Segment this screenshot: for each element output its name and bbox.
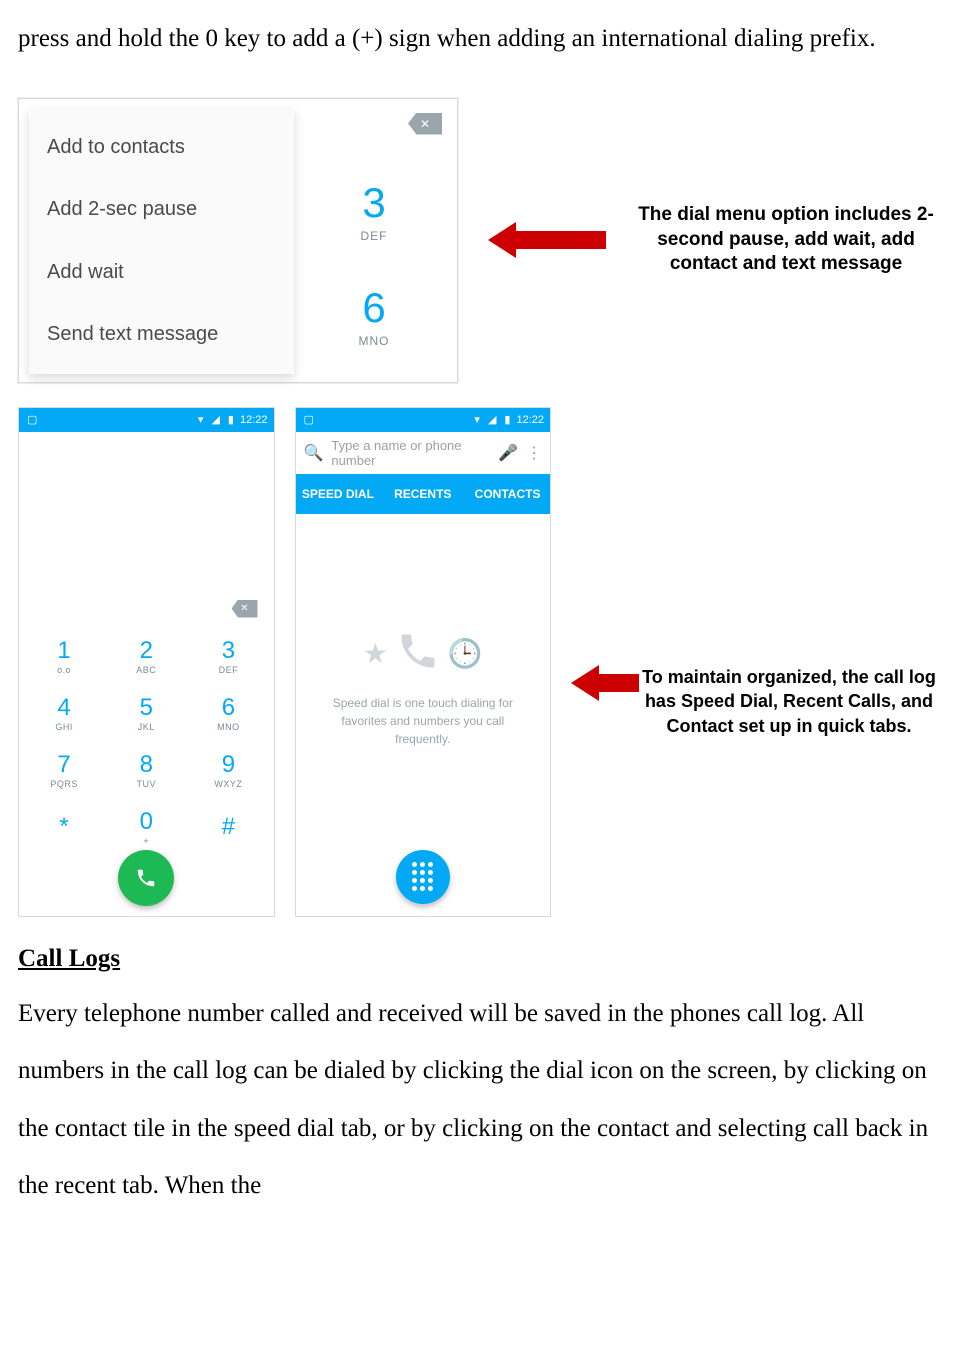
tab-contacts[interactable]: CONTACTS — [465, 474, 550, 514]
key-hash[interactable]: # — [187, 799, 269, 856]
dialpad-icon — [412, 862, 433, 891]
menu-send-text[interactable]: Send text message — [29, 303, 294, 365]
key-7[interactable]: 7PQRS — [23, 742, 105, 799]
tab-speed-dial[interactable]: SPEED DIAL — [296, 474, 381, 514]
clock-icon: 🕒 — [448, 637, 483, 670]
dialpad-fab[interactable] — [396, 850, 450, 904]
status-bar: ▢ ▾ ◢ ▮ 12:22 — [19, 408, 274, 432]
signal-icon: ◢ — [211, 413, 219, 426]
screenshot-dialer: ▢ ▾ ◢ ▮ 12:22 ✕ 1o.o 2ABC 3DEF 4GHI 5JKL… — [18, 407, 275, 917]
battery-icon: ▮ — [228, 413, 234, 426]
call-logs-paragraph: Every telephone number called and receiv… — [18, 985, 939, 1215]
key-6-sub: MNO — [359, 334, 390, 348]
status-time: 12:22 — [240, 414, 268, 426]
arrow-left-icon — [571, 665, 639, 701]
key-8[interactable]: 8TUV — [105, 742, 187, 799]
search-icon: 🔍 — [304, 443, 324, 463]
call-button[interactable] — [118, 850, 174, 906]
key-6-num: 6 — [294, 284, 454, 332]
dial-display: ✕ — [19, 432, 274, 628]
signal-icon: ◢ — [488, 413, 496, 426]
phone-icon — [135, 867, 157, 889]
keypad: 1o.o 2ABC 3DEF 4GHI 5JKL 6MNO 7PQRS 8TUV… — [19, 628, 274, 856]
tab-recents[interactable]: RECENTS — [380, 474, 465, 514]
picture-icon: ▢ — [27, 414, 37, 426]
dial-menu-screenshot: Add to contacts Add 2-sec pause Add wait… — [18, 98, 458, 383]
search-bar[interactable]: 🔍 Type a name or phone number 🎤 ⋮ — [296, 432, 551, 474]
overflow-icon[interactable]: ⋮ — [526, 443, 542, 463]
key-2[interactable]: 2ABC — [105, 628, 187, 685]
backspace-icon[interactable]: ✕ — [232, 600, 258, 618]
menu-add-pause[interactable]: Add 2-sec pause — [29, 179, 294, 241]
key-5[interactable]: 5JKL — [105, 685, 187, 742]
key-6[interactable]: 6 MNO — [294, 284, 454, 350]
dial-popup-menu: Add to contacts Add 2-sec pause Add wait… — [29, 109, 294, 374]
key-3[interactable]: 3DEF — [187, 628, 269, 685]
key-9[interactable]: 9WXYZ — [187, 742, 269, 799]
picture-icon: ▢ — [304, 414, 314, 426]
speed-dial-message: Speed dial is one touch dialing for favo… — [326, 694, 521, 748]
screenshot-speed-dial: ▢ ▾ ◢ ▮ 12:22 🔍 Type a name or phone num… — [295, 407, 552, 917]
mic-icon[interactable]: 🎤 — [498, 443, 518, 463]
status-time: 12:22 — [516, 414, 544, 426]
arrow-left-icon — [488, 222, 606, 258]
phone-icon — [396, 629, 440, 678]
heading-call-logs: Call Logs — [18, 945, 939, 973]
key-3-num: 3 — [294, 179, 454, 227]
key-3-sub: DEF — [361, 229, 388, 243]
callout-tabs: To maintain organized, the call log has … — [639, 665, 939, 738]
tabs-row: SPEED DIAL RECENTS CONTACTS — [296, 474, 551, 514]
figure-tabs: ▢ ▾ ◢ ▮ 12:22 ✕ 1o.o 2ABC 3DEF 4GHI 5JKL… — [18, 407, 939, 917]
wifi-icon: ▾ — [474, 413, 480, 426]
key-star[interactable]: * — [23, 799, 105, 856]
key-3[interactable]: 3 DEF — [294, 179, 454, 245]
backspace-icon[interactable]: ✕ — [408, 113, 442, 135]
speed-dial-empty: ★ 🕒 Speed dial is one touch dialing for … — [296, 514, 551, 864]
key-4[interactable]: 4GHI — [23, 685, 105, 742]
key-0[interactable]: 0+ — [105, 799, 187, 856]
menu-add-wait[interactable]: Add wait — [29, 241, 294, 303]
menu-add-contacts[interactable]: Add to contacts — [29, 117, 294, 179]
star-icon: ★ — [363, 637, 388, 670]
status-bar: ▢ ▾ ◢ ▮ 12:22 — [296, 408, 551, 432]
battery-icon: ▮ — [504, 413, 510, 426]
intro-paragraph: press and hold the 0 key to add a (+) si… — [18, 10, 939, 68]
figure-dial-menu: Add to contacts Add 2-sec pause Add wait… — [18, 98, 939, 383]
callout-dial-menu: The dial menu option includes 2-second p… — [636, 203, 936, 277]
key-1[interactable]: 1o.o — [23, 628, 105, 685]
dial-keys-partial: ✕ 3 DEF 6 MNO — [294, 109, 454, 372]
search-placeholder: Type a name or phone number — [331, 438, 490, 468]
wifi-icon: ▾ — [198, 413, 204, 426]
speed-dial-graphic: ★ 🕒 — [363, 629, 483, 678]
key-6[interactable]: 6MNO — [187, 685, 269, 742]
